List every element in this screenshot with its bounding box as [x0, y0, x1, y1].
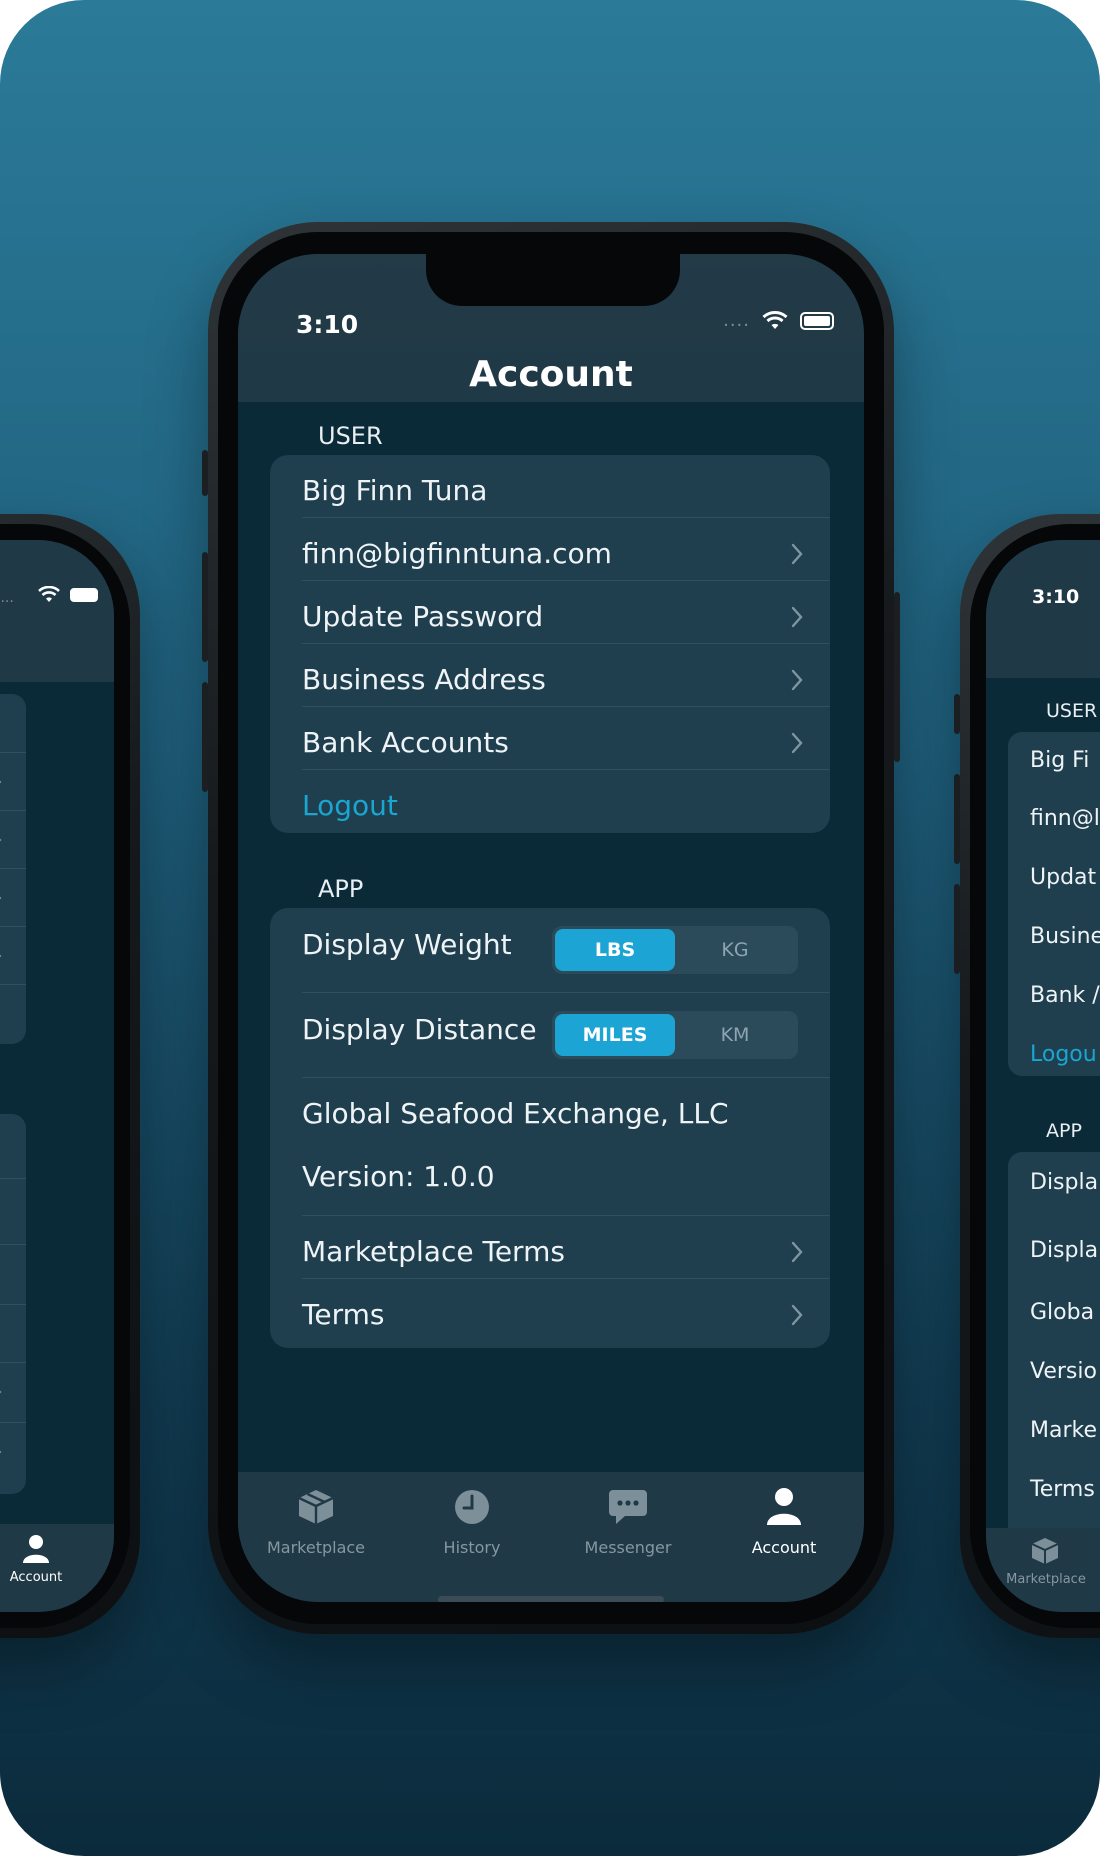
display-weight-row: Display Weight LBS KG: [270, 908, 830, 992]
user-section-header: USER: [318, 422, 383, 450]
wifi-icon: [762, 310, 788, 329]
tab-history-label: History: [443, 1538, 501, 1557]
box-icon: [298, 1490, 334, 1524]
distance-km-option[interactable]: KM: [675, 1014, 795, 1056]
promo-canvas: .... KG KM: [0, 0, 1100, 1856]
person-icon[interactable]: [22, 1534, 50, 1564]
tab-bar: Marketplace History Messenger Account: [238, 1472, 864, 1602]
display-distance-label: Display Distance: [302, 1013, 537, 1046]
status-time: 3:10: [296, 310, 359, 339]
marketplace-terms-label: Marketplace Terms: [302, 1235, 565, 1268]
chevron-right-icon[interactable]: [0, 1384, 2, 1400]
right-row-marketplace-terms[interactable]: Marke: [1030, 1418, 1097, 1443]
left-phone-mockup: .... KG KM: [0, 514, 140, 1638]
display-weight-label: Display Weight: [302, 928, 512, 961]
right-tab-marketplace-label[interactable]: Marketplace: [996, 1572, 1096, 1587]
version-row: Version: 1.0.0: [270, 1141, 830, 1215]
main-phone-mockup: 3:10 .... Account USER Big Finn Tuna fin…: [202, 222, 900, 1634]
terms-row[interactable]: Terms: [270, 1279, 830, 1348]
tab-history[interactable]: History: [394, 1484, 550, 1557]
chevron-right-icon[interactable]: [0, 890, 2, 906]
battery-icon: [800, 311, 834, 330]
right-row-name: Big Fi: [1030, 748, 1090, 773]
chevron-right-icon: [791, 732, 803, 754]
user-card: Big Finn Tuna finn@bigfinntuna.com Updat…: [270, 455, 830, 833]
right-tab-bar: Marketplace: [986, 1528, 1100, 1612]
navigation-bar: 3:10 .... Account: [238, 254, 864, 402]
chevron-right-icon: [791, 669, 803, 691]
chevron-right-icon: [791, 543, 803, 565]
company-label: Global Seafood Exchange, LLC: [302, 1097, 729, 1130]
chevron-right-icon[interactable]: [0, 948, 2, 964]
home-indicator: [438, 1596, 664, 1602]
right-app-card: Displa Displa Globa Versio Marke Terms: [1008, 1152, 1100, 1572]
right-row-email[interactable]: finn@l: [1030, 806, 1100, 831]
tab-messenger[interactable]: Messenger: [550, 1484, 706, 1557]
email-label: finn@bigfinntuna.com: [302, 537, 612, 570]
chevron-right-icon: [791, 1304, 803, 1326]
box-icon[interactable]: [1030, 1536, 1060, 1566]
left-tab-account-label[interactable]: Account: [0, 1570, 86, 1585]
tab-account-label: Account: [751, 1538, 817, 1557]
display-distance-row: Display Distance MILES KM: [270, 993, 830, 1077]
right-row-address[interactable]: Busine: [1030, 924, 1100, 949]
update-password-label: Update Password: [302, 600, 544, 633]
terms-label: Terms: [302, 1298, 385, 1331]
right-phone-screen: 3:10 USER Big Fi finn@l Updat Busine Ban…: [986, 540, 1100, 1612]
logout-button[interactable]: Logout: [302, 789, 398, 822]
settings-list: USER Big Finn Tuna finn@bigfinntuna.com …: [238, 402, 864, 1474]
left-nav-bar: ....: [0, 540, 114, 682]
tab-account[interactable]: Account: [706, 1484, 862, 1557]
right-app-header: APP: [1046, 1120, 1082, 1142]
wifi-icon: [38, 586, 60, 602]
app-card: Display Weight LBS KG Display Distance M…: [270, 908, 830, 1348]
left-tab-bar: Account: [0, 1524, 114, 1612]
business-address-label: Business Address: [302, 663, 546, 696]
tab-marketplace-label: Marketplace: [266, 1538, 366, 1557]
right-user-header: USER: [1046, 700, 1098, 722]
right-status-time: 3:10: [1032, 586, 1080, 608]
battery-icon: [70, 588, 98, 602]
weight-lbs-option[interactable]: LBS: [555, 929, 675, 971]
logout-row[interactable]: Logout: [270, 770, 830, 833]
chevron-right-icon[interactable]: [0, 832, 2, 848]
right-nav-bar: [986, 540, 1100, 678]
chat-icon: [609, 1490, 647, 1524]
left-user-card: [0, 694, 26, 1044]
app-section-header: APP: [318, 875, 364, 903]
right-row-version: Versio: [1030, 1359, 1097, 1384]
status-indicators: ....: [723, 310, 834, 331]
weight-unit-segmented-control: LBS KG: [552, 926, 798, 974]
main-phone-screen: 3:10 .... Account USER Big Finn Tuna fin…: [238, 254, 864, 1602]
chevron-right-icon[interactable]: [0, 774, 2, 790]
right-row-bank[interactable]: Bank /: [1030, 983, 1100, 1008]
distance-unit-segmented-control: MILES KM: [552, 1011, 798, 1059]
page-title: Account: [469, 354, 633, 395]
bank-accounts-label: Bank Accounts: [302, 726, 509, 759]
right-row-company: Globa: [1030, 1300, 1095, 1325]
user-name-label: Big Finn Tuna: [302, 474, 488, 507]
right-row-distance: Displa: [1030, 1238, 1099, 1263]
distance-miles-option[interactable]: MILES: [555, 1014, 675, 1056]
signal-dots-icon: ....: [0, 590, 14, 606]
right-row-password[interactable]: Updat: [1030, 865, 1096, 890]
tab-messenger-label: Messenger: [584, 1538, 672, 1557]
chevron-right-icon: [791, 606, 803, 628]
version-label: Version: 1.0.0: [302, 1160, 495, 1193]
chevron-right-icon: [791, 1241, 803, 1263]
right-user-card: Big Fi finn@l Updat Busine Bank / Logou: [1008, 732, 1100, 1076]
person-icon: [767, 1488, 801, 1525]
signal-dots-icon: ....: [723, 310, 750, 331]
chevron-right-icon[interactable]: [0, 1444, 2, 1460]
right-row-logout[interactable]: Logou: [1030, 1042, 1097, 1067]
weight-kg-option[interactable]: KG: [675, 929, 795, 971]
clock-icon: [455, 1490, 489, 1524]
right-row-terms[interactable]: Terms: [1030, 1477, 1095, 1502]
right-row-weight: Displa: [1030, 1170, 1099, 1195]
right-phone-mockup: 3:10 USER Big Fi finn@l Updat Busine Ban…: [954, 514, 1100, 1638]
tab-marketplace[interactable]: Marketplace: [238, 1484, 394, 1557]
left-app-card: KG KM: [0, 1114, 26, 1494]
left-phone-screen: .... KG KM: [0, 540, 114, 1612]
notch: [426, 254, 680, 306]
